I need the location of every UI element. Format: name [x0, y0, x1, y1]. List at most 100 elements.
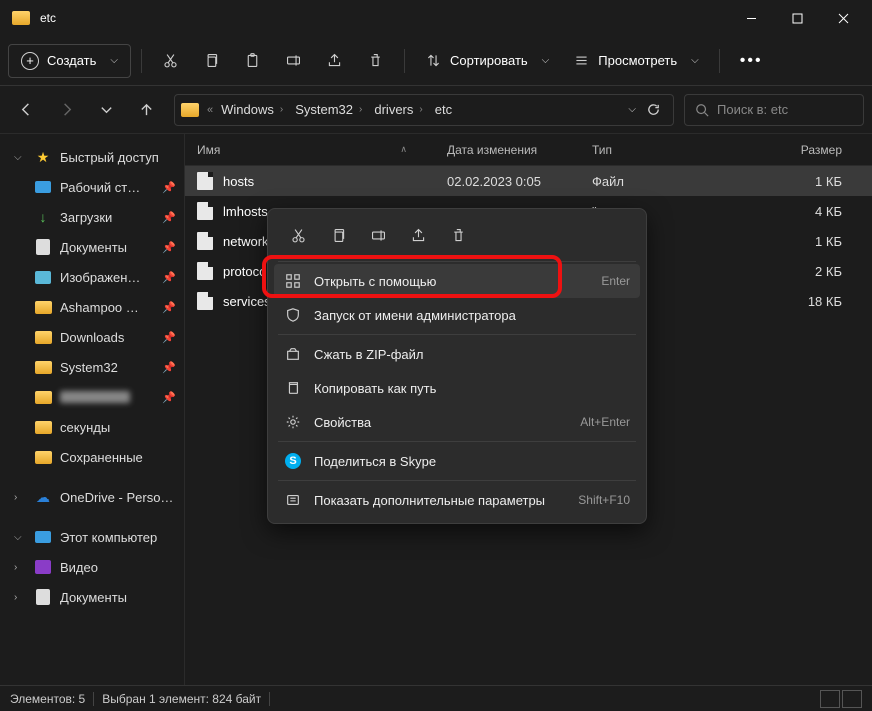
ctx-skype[interactable]: S Поделиться в Skype	[274, 444, 640, 478]
view-icon	[573, 52, 590, 69]
sidebar: ⌵★Быстрый доступ Рабочий ст…📌 ↓Загрузки📌…	[0, 134, 185, 685]
folder-icon	[181, 103, 199, 117]
column-size[interactable]: Размер	[702, 143, 872, 157]
copy-path-icon	[284, 379, 302, 397]
status-count: Элементов: 5	[10, 692, 85, 706]
chevron-down-icon: ⌵	[691, 55, 699, 66]
sidebar-item-seconds[interactable]: секунды	[0, 412, 184, 442]
ctx-properties[interactable]: Свойства Alt+Enter	[274, 405, 640, 439]
forward-button[interactable]	[48, 92, 84, 128]
chevron-down-icon: ⌵	[110, 55, 118, 66]
video-icon	[35, 560, 51, 574]
sidebar-item-downloads[interactable]: ↓Загрузки📌	[0, 202, 184, 232]
sidebar-item-saved[interactable]: Сохраненные	[0, 442, 184, 472]
file-icon	[197, 172, 213, 190]
overflow-chevron[interactable]: «	[207, 104, 213, 116]
view-button[interactable]: Просмотреть ⌵	[563, 44, 709, 78]
search-input[interactable]: Поиск в: etc	[684, 94, 864, 126]
sort-button[interactable]: Сортировать ⌵	[415, 44, 559, 78]
ctx-open-with[interactable]: Открыть с помощью Enter	[274, 264, 640, 298]
cloud-icon: ☁	[34, 489, 52, 505]
ctx-run-admin[interactable]: Запуск от имени администратора	[274, 298, 640, 332]
sidebar-quick-access[interactable]: ⌵★Быстрый доступ	[0, 142, 184, 172]
pin-icon: 📌	[162, 301, 176, 314]
ctx-delete-button[interactable]	[440, 219, 476, 251]
folder-icon	[35, 331, 52, 344]
ctx-share-button[interactable]	[400, 219, 436, 251]
crumb-etc[interactable]: etc	[431, 100, 456, 119]
pin-icon: 📌	[162, 361, 176, 374]
new-label: Создать	[47, 53, 96, 68]
refresh-icon[interactable]	[646, 102, 661, 117]
close-button[interactable]	[820, 0, 866, 36]
back-button[interactable]	[8, 92, 44, 128]
column-type[interactable]: Тип	[592, 143, 702, 157]
view-label: Просмотреть	[598, 53, 677, 68]
sidebar-item-downloads2[interactable]: Downloads📌	[0, 322, 184, 352]
sidebar-item-ashampoo[interactable]: Ashampoo …📌	[0, 292, 184, 322]
file-icon	[197, 292, 213, 310]
folder-icon	[35, 301, 52, 314]
ctx-copy-path[interactable]: Копировать как путь	[274, 371, 640, 405]
pin-icon: 📌	[162, 331, 176, 344]
column-name[interactable]: Имя∧	[197, 143, 447, 157]
pin-icon: 📌	[162, 271, 176, 284]
ctx-more-options[interactable]: Показать дополнительные параметры Shift+…	[274, 483, 640, 517]
sidebar-item-blurred[interactable]: 📌	[0, 382, 184, 412]
cut-button[interactable]	[152, 44, 189, 78]
crumb-drivers[interactable]: drivers›	[370, 100, 426, 119]
crumb-windows[interactable]: Windows›	[217, 100, 287, 119]
star-icon: ★	[34, 149, 52, 165]
view-large-button[interactable]	[842, 690, 862, 708]
search-placeholder: Поиск в: etc	[717, 102, 788, 117]
context-menu: Открыть с помощью Enter Запуск от имени …	[267, 208, 647, 524]
new-button[interactable]: + Создать ⌵	[8, 44, 131, 78]
folder-icon	[12, 11, 30, 25]
status-selected: Выбран 1 элемент: 824 байт	[102, 692, 261, 706]
pin-icon: 📌	[162, 181, 176, 194]
paste-button[interactable]	[234, 44, 271, 78]
file-icon	[197, 232, 213, 250]
sidebar-this-pc[interactable]: ⌵Этот компьютер	[0, 522, 184, 552]
ctx-cut-button[interactable]	[280, 219, 316, 251]
column-date[interactable]: Дата изменения	[447, 143, 592, 157]
separator	[719, 49, 720, 73]
crumb-system32[interactable]: System32›	[291, 100, 366, 119]
chevron-down-icon: ⌵	[542, 55, 550, 66]
sidebar-item-video[interactable]: ›Видео	[0, 552, 184, 582]
up-button[interactable]	[128, 92, 164, 128]
maximize-button[interactable]	[774, 0, 820, 36]
pc-icon	[35, 531, 51, 543]
rename-button[interactable]	[275, 44, 312, 78]
chevron-down-icon[interactable]: ⌵	[628, 104, 636, 115]
more-button[interactable]: •••	[730, 44, 773, 78]
sidebar-item-system32[interactable]: System32📌	[0, 352, 184, 382]
copy-button[interactable]	[193, 44, 230, 78]
nav-row: « Windows› System32› drivers› etc ⌵ Поис…	[0, 86, 872, 134]
sidebar-item-desktop[interactable]: Рабочий ст…📌	[0, 172, 184, 202]
properties-icon	[284, 413, 302, 431]
recent-button[interactable]	[88, 92, 124, 128]
plus-icon: +	[21, 52, 39, 70]
document-icon	[36, 589, 50, 605]
ctx-zip[interactable]: Сжать в ZIP-файл	[274, 337, 640, 371]
desktop-icon	[35, 181, 51, 193]
view-details-button[interactable]	[820, 690, 840, 708]
minimize-button[interactable]	[728, 0, 774, 36]
folder-icon	[35, 421, 52, 434]
share-button[interactable]	[316, 44, 353, 78]
column-headers: Имя∧ Дата изменения Тип Размер	[185, 134, 872, 166]
folder-icon	[35, 451, 52, 464]
zip-icon	[284, 345, 302, 363]
delete-button[interactable]	[357, 44, 394, 78]
shield-icon	[284, 306, 302, 324]
ctx-rename-button[interactable]	[360, 219, 396, 251]
separator	[278, 334, 636, 335]
sidebar-item-pictures[interactable]: Изображен…📌	[0, 262, 184, 292]
address-bar[interactable]: « Windows› System32› drivers› etc ⌵	[174, 94, 674, 126]
sidebar-onedrive[interactable]: ›☁OneDrive - Perso…	[0, 482, 184, 512]
ctx-copy-button[interactable]	[320, 219, 356, 251]
file-row[interactable]: hosts 02.02.2023 0:05 Файл 1 КБ	[185, 166, 872, 196]
sidebar-item-documents2[interactable]: ›Документы	[0, 582, 184, 612]
sidebar-item-documents[interactable]: Документы📌	[0, 232, 184, 262]
